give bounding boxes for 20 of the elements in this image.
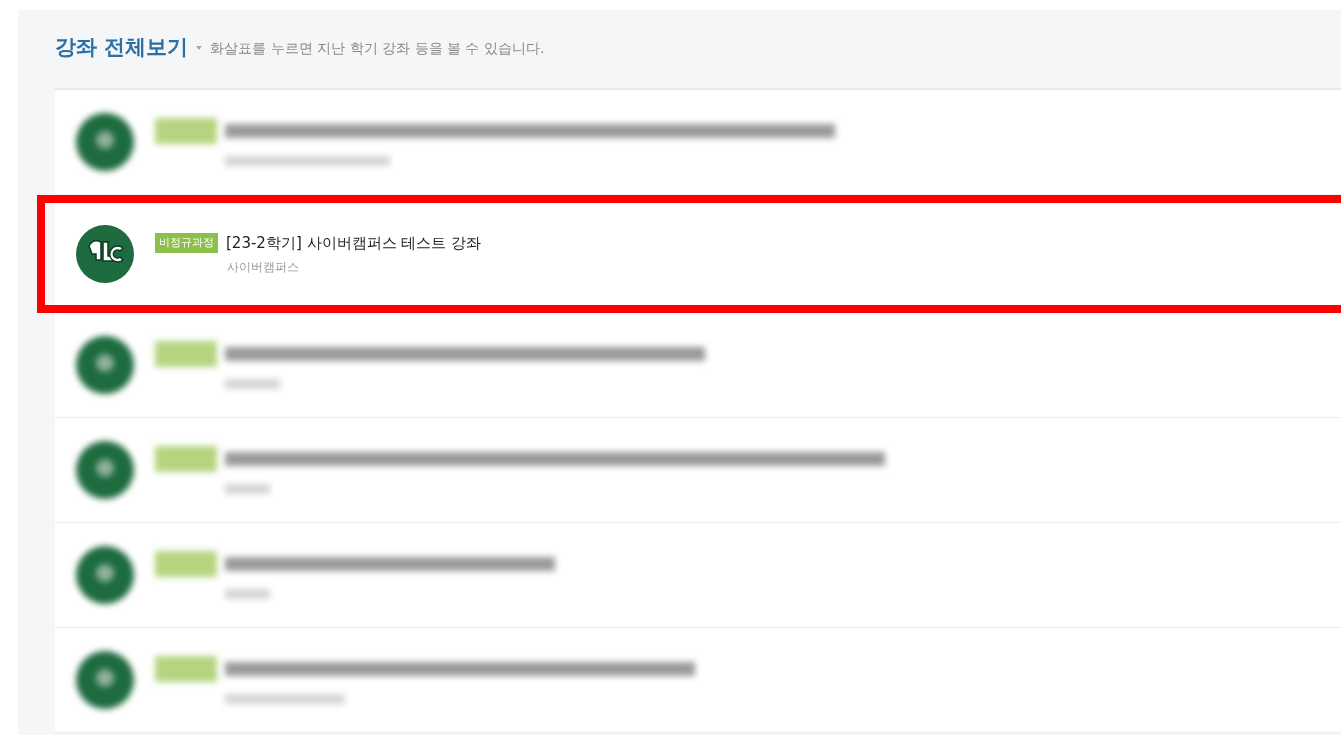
blurred-badge xyxy=(155,656,217,682)
course-title: [23-2학기] 사이버캠퍼스 테스트 강좌 xyxy=(226,232,482,254)
blurred-badge xyxy=(155,551,217,577)
blurred-badge xyxy=(155,118,217,144)
blurred-subtitle xyxy=(225,379,280,389)
blurred-badge xyxy=(155,341,217,367)
course-logo-icon xyxy=(75,650,135,710)
course-logo-icon xyxy=(75,545,135,605)
section-hint: 화살표를 누르면 지난 학기 강좌 등을 볼 수 있습니다. xyxy=(210,38,545,58)
dropdown-arrow-icon[interactable] xyxy=(196,46,203,50)
section-title: 강좌 전체보기 xyxy=(55,34,189,62)
course-logo-icon xyxy=(75,224,135,284)
course-logo-icon xyxy=(75,335,135,395)
blurred-subtitle xyxy=(225,589,270,599)
course-type-badge: 비정규과정 xyxy=(155,233,218,253)
blurred-subtitle xyxy=(225,484,270,494)
course-subtitle: 사이버캠퍼스 xyxy=(227,259,300,277)
course-logo-icon xyxy=(75,440,135,500)
blurred-badge xyxy=(155,446,217,472)
course-logo-icon xyxy=(75,112,135,172)
